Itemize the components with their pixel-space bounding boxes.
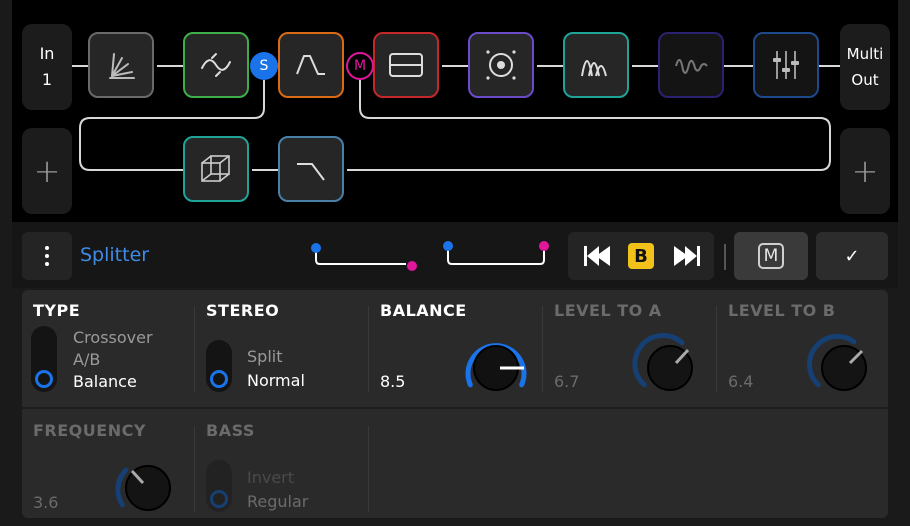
frequency-knob[interactable] [108,450,188,522]
split-mode-icon[interactable] [306,238,422,274]
type-option-ab[interactable]: A/B [73,350,100,369]
dot [45,262,49,266]
type-switch[interactable] [31,326,57,392]
m-icon: M [758,243,784,269]
stereo-option-normal[interactable]: Normal [247,371,305,390]
switch-knob [210,490,228,508]
input-number: 1 [41,70,53,89]
type-title: TYPE [33,301,81,320]
wah-block[interactable] [88,32,154,98]
lowpass-icon [297,163,325,181]
balance-value: 8.5 [380,372,406,391]
divider [194,306,195,392]
eq-sliders-icon [773,51,799,79]
divider [368,426,369,512]
divider [716,306,717,392]
amp-icon [389,53,423,77]
input-1-button[interactable]: In 1 [22,24,72,110]
add-path-right-button[interactable]: + [840,128,890,214]
balance-title: BALANCE [380,301,467,320]
type-option-balance[interactable]: Balance [73,372,137,391]
level-b-knob[interactable] [804,330,884,402]
bass-title: BASS [206,421,255,440]
reverb-wave-icon [675,59,708,74]
ab-preset-badge[interactable]: B [628,243,654,269]
level-a-value: 6.7 [554,372,580,391]
amp-block[interactable] [373,32,439,98]
output-label-line1: Multi [846,45,884,63]
speaker-icon [486,50,516,80]
level-b-title: LEVEL TO B [728,301,836,320]
output-label-line2: Out [851,71,879,89]
confirm-button[interactable]: ✓ [816,232,888,280]
frequency-value: 3.6 [33,493,59,512]
row-divider [22,407,888,409]
plus-icon: + [851,152,879,190]
frequency-title: FREQUENCY [33,421,146,440]
merge-node[interactable]: M [346,52,374,80]
type-option-crossover[interactable]: Crossover [73,328,153,347]
modulation-block[interactable] [183,32,249,98]
multi-out-button[interactable]: Multi Out [840,24,890,110]
merge-node-label: M [353,58,367,74]
sine-wave-icon [201,53,231,77]
stereo-title: STEREO [206,301,280,320]
plus-icon: + [33,152,61,190]
delay-wave-icon [581,60,607,77]
next-icon[interactable] [672,244,702,268]
filter-block[interactable] [278,136,344,202]
delay-block[interactable] [563,32,629,98]
level-b-value: 6.4 [728,372,754,391]
checkmark-icon: ✓ [844,245,860,267]
merge-mode-icon[interactable] [440,238,556,274]
balance-knob[interactable] [456,330,536,402]
more-options-button[interactable] [22,232,72,280]
bass-option-invert[interactable]: Invert [247,468,294,487]
split-node-label: S [259,58,269,74]
reverb-block[interactable] [658,32,724,98]
eq-block[interactable] [753,32,819,98]
dot [45,254,49,258]
cube-block[interactable] [183,136,249,202]
toolbar-separator [724,244,726,270]
switch-knob [210,370,228,388]
previous-icon[interactable] [582,244,612,268]
bass-switch[interactable] [206,460,232,512]
divider [194,426,195,512]
wah-icon [109,53,135,79]
m-button[interactable]: M [734,232,808,280]
block-title: Splitter [80,244,150,266]
add-path-left-button[interactable]: + [22,128,72,214]
split-node[interactable]: S [250,52,278,80]
divider [368,306,369,392]
dot [45,246,49,250]
divider [542,306,543,392]
switch-knob [35,370,53,388]
cab-block[interactable] [468,32,534,98]
stereo-switch[interactable] [206,340,232,392]
clip-wave-icon [296,55,325,75]
input-label: In [39,44,55,63]
cube-icon [201,155,230,182]
bass-option-regular[interactable]: Regular [247,492,308,511]
level-a-knob[interactable] [630,330,710,402]
stereo-option-split[interactable]: Split [247,347,282,366]
drive-block[interactable] [278,32,344,98]
level-a-title: LEVEL TO A [554,301,662,320]
